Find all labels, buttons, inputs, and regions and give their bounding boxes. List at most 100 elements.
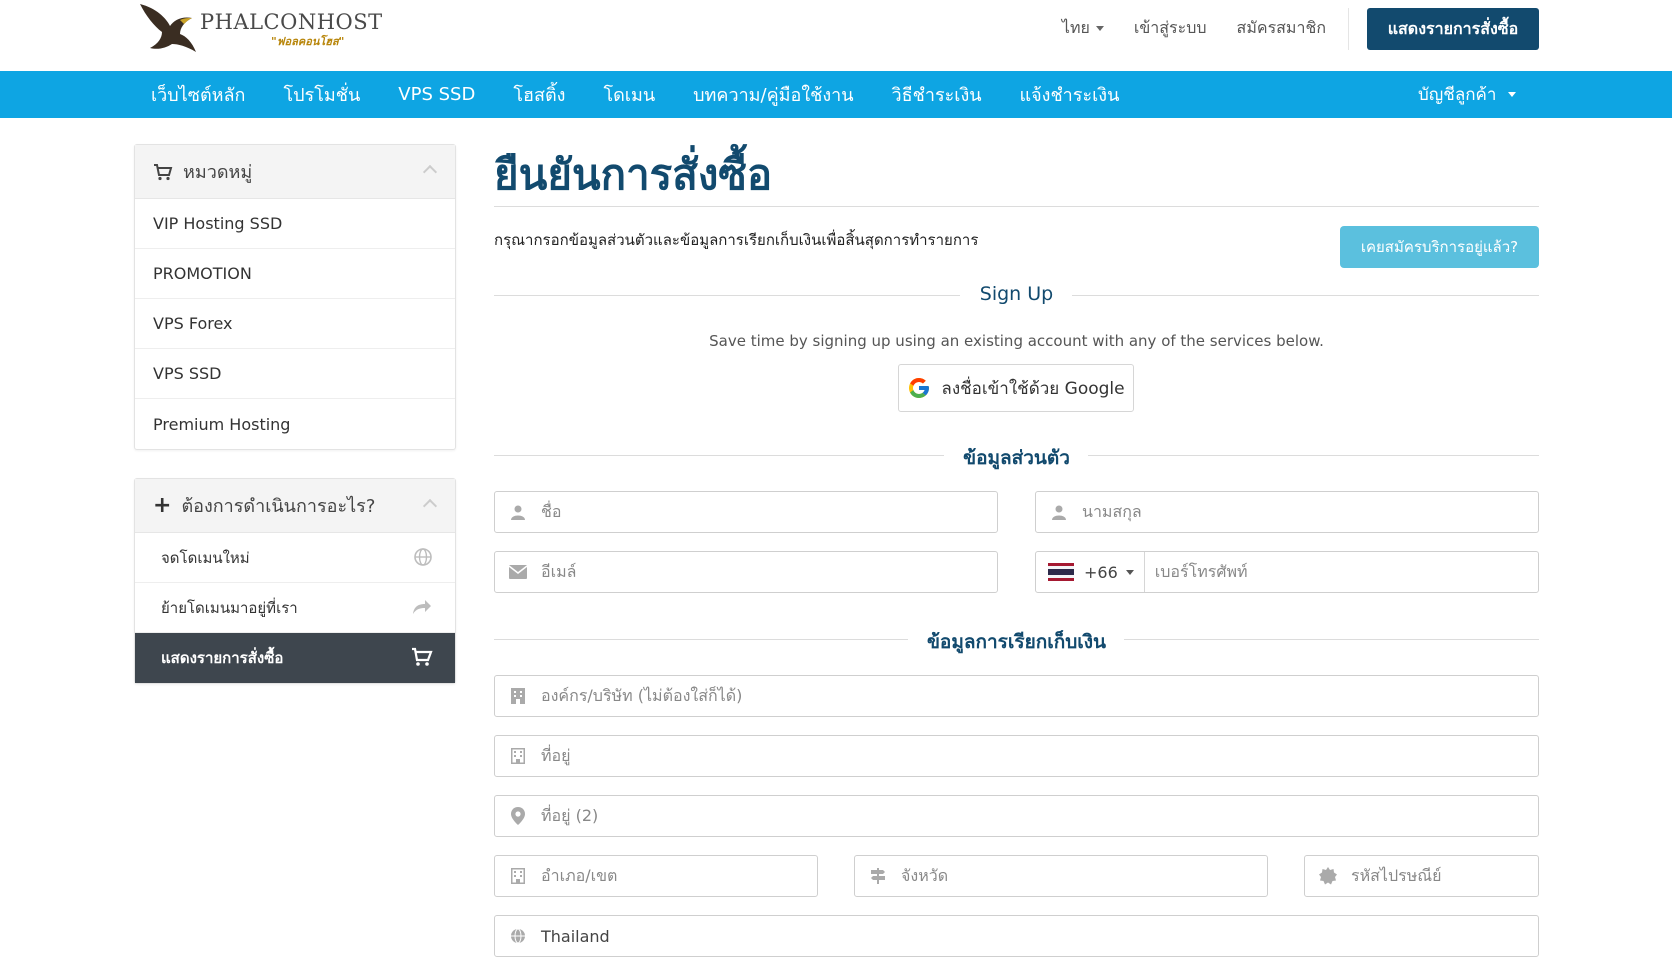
nav-items: เว็บไซต์หลัก โปรโมชั่น VPS SSD โฮสติ้ง โ… <box>151 71 1119 118</box>
globe-icon <box>414 548 432 566</box>
email-placeholder: อีเมล์ <box>541 561 577 581</box>
city-field[interactable]: อำเภอ/เขต <box>494 855 818 897</box>
personal-section-heading: ข้อมูลส่วนตัว <box>494 443 1539 469</box>
globe-icon <box>495 928 541 944</box>
actions-panel: + ต้องการดำเนินการอะไร? จดโดเมนใหม่ ย้าย… <box>134 478 456 684</box>
google-icon <box>909 378 930 398</box>
last-name-field[interactable]: นามสกุล <box>1035 491 1539 533</box>
first-name-placeholder: ชื่อ <box>541 501 562 521</box>
view-cart-button[interactable]: แสดงรายการสั่งซื้อ <box>1367 8 1539 50</box>
cart-icon <box>154 163 173 180</box>
address1-field[interactable]: ที่อยู่ <box>494 735 1539 777</box>
category-item[interactable]: Premium Hosting <box>135 399 455 449</box>
user-icon <box>495 504 541 520</box>
signpost-icon <box>855 868 901 884</box>
divider <box>494 206 1539 207</box>
divider <box>1348 8 1349 50</box>
nav-item-vps-ssd[interactable]: VPS SSD <box>398 84 475 105</box>
address2-field[interactable]: ที่อยู่ (2) <box>494 795 1539 837</box>
action-label: ย้ายโดเมนมาอยู่ที่เรา <box>161 598 298 617</box>
category-item[interactable]: VIP Hosting SSD <box>135 199 455 249</box>
caret-down-icon <box>1125 569 1134 575</box>
billing-heading: ข้อมูลการเรียกเก็บเงิน <box>914 631 1119 653</box>
login-link[interactable]: เข้าสู่ระบบ <box>1134 16 1207 41</box>
eagle-icon <box>140 4 196 52</box>
register-link[interactable]: สมัครสมาชิก <box>1237 16 1326 41</box>
action-transfer-domain[interactable]: ย้ายโดเมนมาอยู่ที่เรา <box>135 583 455 633</box>
share-arrow-icon <box>413 600 431 614</box>
action-label: แสดงรายการสั่งซื้อ <box>161 649 284 667</box>
nav-item-domain[interactable]: โดเมน <box>603 80 655 109</box>
postcode-field[interactable]: รหัสไปรษณีย์ <box>1304 855 1539 897</box>
language-selector[interactable]: ไทย <box>1062 16 1104 41</box>
nav-item-payment-methods[interactable]: วิธีชำระเงิน <box>892 80 982 109</box>
building-icon <box>495 688 541 704</box>
language-label: ไทย <box>1061 18 1090 37</box>
phone-placeholder: เบอร์โทรศัพท์ <box>1154 561 1248 581</box>
thailand-flag-icon <box>1048 563 1074 581</box>
brand-name: PHALCONHOST <box>200 10 383 34</box>
country-value: Thailand <box>541 926 610 946</box>
company-field[interactable]: องค์กร/บริษัท (ไม่ต้องใส่ก็ได้) <box>494 675 1539 717</box>
categories-title: หมวดหมู่ <box>183 162 253 183</box>
account-label: บัญชีลูกค้า <box>1418 85 1497 105</box>
brand-logo[interactable]: PHALCONHOST "ฟอลคอนโฮส" <box>136 0 382 58</box>
envelope-icon <box>495 565 541 579</box>
country-code-selector[interactable]: +66 <box>1036 552 1145 592</box>
category-item[interactable]: VPS SSD <box>135 349 455 399</box>
cart-icon <box>412 647 433 666</box>
plus-icon: + <box>153 493 172 518</box>
nav-item-payment-notify[interactable]: แจ้งชำระเงิน <box>1020 80 1120 109</box>
google-button-label: ลงชื่อเข้าใช้ด้วย Google <box>941 378 1125 399</box>
caret-down-icon <box>1508 92 1517 97</box>
top-header: PHALCONHOST "ฟอลคอนโฮส" ไทย เข้าสู่ระบบ … <box>0 0 1672 72</box>
state-field[interactable]: จังหวัด <box>854 855 1268 897</box>
category-item[interactable]: VPS Forex <box>135 299 455 349</box>
nav-item-articles[interactable]: บทความ/คู่มือใช้งาน <box>693 80 853 109</box>
certificate-icon <box>1305 867 1351 885</box>
map-marker-icon <box>495 807 541 825</box>
brand-tagline: "ฟอลคอนโฮส" <box>271 35 345 48</box>
signup-heading: Sign Up <box>967 283 1066 305</box>
caret-down-icon <box>1095 26 1104 31</box>
nav-item-promotion[interactable]: โปรโมชั่น <box>283 80 360 109</box>
user-icon <box>1036 504 1082 520</box>
billing-section-heading: ข้อมูลการเรียกเก็บเงิน <box>494 627 1539 653</box>
signup-note: Save time by signing up using an existin… <box>709 332 1324 350</box>
action-label: จดโดเมนใหม่ <box>161 548 250 567</box>
email-field[interactable]: อีเมล์ <box>494 551 998 593</box>
phone-field[interactable]: +66 เบอร์โทรศัพท์ <box>1035 551 1539 593</box>
personal-heading: ข้อมูลส่วนตัว <box>951 447 1082 469</box>
google-signin-button[interactable]: ลงชื่อเข้าใช้ด้วย Google <box>898 364 1134 412</box>
actions-title: ต้องการดำเนินการอะไร? <box>181 496 376 517</box>
city-placeholder: อำเภอ/เขต <box>541 865 618 885</box>
country-code: +66 <box>1084 562 1118 582</box>
page-subtitle: กรุณากรอกข้อมูลส่วนตัวและข้อมูลการเรียกเ… <box>494 231 979 249</box>
account-menu[interactable]: บัญชีลูกค้า <box>1418 71 1517 118</box>
categories-panel: หมวดหมู่ VIP Hosting SSD PROMOTION VPS F… <box>134 144 456 450</box>
address2-placeholder: ที่อยู่ (2) <box>541 805 599 825</box>
first-name-field[interactable]: ชื่อ <box>494 491 998 533</box>
nav-item-hosting[interactable]: โฮสติ้ง <box>513 80 565 109</box>
nav-item-home[interactable]: เว็บไซต์หลัก <box>151 80 245 109</box>
postcode-placeholder: รหัสไปรษณีย์ <box>1351 865 1442 885</box>
building-outline-icon <box>495 748 541 764</box>
last-name-placeholder: นามสกุล <box>1082 501 1142 521</box>
page-title: ยืนยันการสั่งซื้อ <box>494 150 773 199</box>
chevron-up-icon[interactable] <box>422 164 438 180</box>
actions-header[interactable]: + ต้องการดำเนินการอะไร? <box>135 479 455 533</box>
state-placeholder: จังหวัด <box>901 865 949 885</box>
category-item[interactable]: PROMOTION <box>135 249 455 299</box>
address1-placeholder: ที่อยู่ <box>541 745 571 765</box>
building-outline-icon <box>495 868 541 884</box>
existing-customer-button[interactable]: เคยสมัครบริการอยู่แล้ว? <box>1340 226 1539 268</box>
categories-header[interactable]: หมวดหมู่ <box>135 145 455 199</box>
action-view-cart[interactable]: แสดงรายการสั่งซื้อ <box>135 633 455 683</box>
chevron-up-icon[interactable] <box>422 498 438 514</box>
main-navbar: เว็บไซต์หลัก โปรโมชั่น VPS SSD โฮสติ้ง โ… <box>0 71 1672 118</box>
signup-section-heading: Sign Up <box>494 283 1539 307</box>
company-placeholder: องค์กร/บริษัท (ไม่ต้องใส่ก็ได้) <box>541 685 743 705</box>
country-select[interactable]: Thailand <box>494 915 1539 957</box>
action-register-domain[interactable]: จดโดเมนใหม่ <box>135 533 455 583</box>
top-links: ไทย เข้าสู่ระบบ สมัครสมาชิก <box>1062 16 1326 41</box>
